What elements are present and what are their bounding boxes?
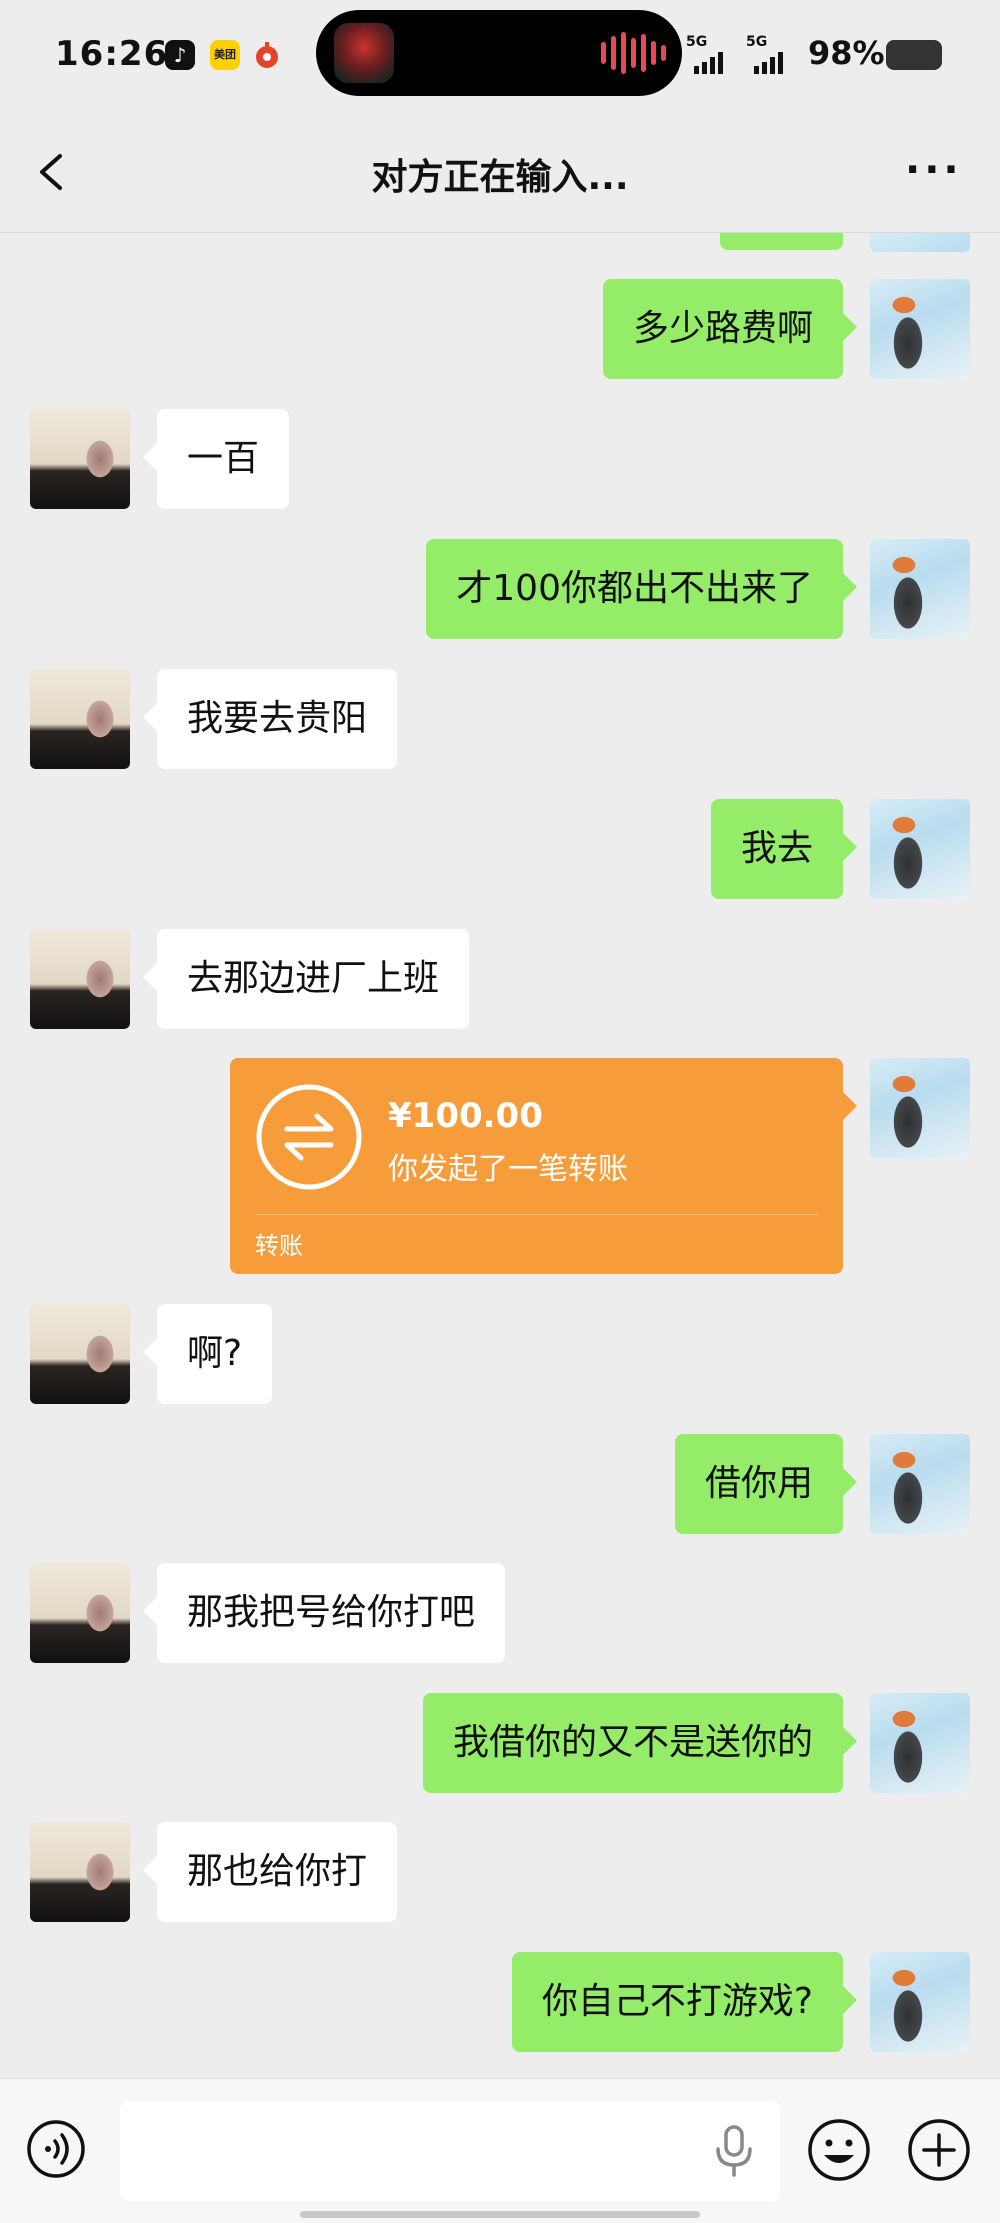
message-input[interactable] — [120, 2101, 780, 2201]
transfer-arrows-icon — [256, 1084, 362, 1190]
my-avatar[interactable] — [870, 1952, 970, 2052]
message-row: 我借你的又不是送你的 — [0, 1693, 1000, 1793]
previous-message-bubble[interactable] — [720, 232, 843, 250]
tiktok-icon: ♪ — [165, 40, 195, 70]
message-row: 我去 — [0, 799, 1000, 899]
outgoing-message[interactable]: 我借你的又不是送你的 — [422, 1693, 858, 1793]
message-row: ¥100.00 你发起了一笔转账 转账 — [0, 1058, 1000, 1274]
transfer-label: 转账 — [255, 1232, 303, 1260]
outgoing-message[interactable]: 我去 — [710, 799, 858, 899]
incoming-message[interactable]: 一百 — [142, 409, 290, 509]
incoming-message[interactable]: 那也给你打 — [142, 1822, 398, 1922]
home-indicator[interactable] — [300, 2211, 700, 2218]
message-row: 我要去贵阳 — [0, 669, 1000, 769]
my-avatar[interactable] — [870, 1434, 970, 1534]
message-row: 去那边进厂上班 — [0, 929, 1000, 1029]
contact-avatar[interactable] — [30, 1563, 130, 1663]
more-options-icon[interactable]: ··· — [905, 150, 963, 190]
dynamic-island[interactable] — [316, 10, 682, 96]
battery-icon — [886, 40, 942, 70]
battery-percent: 98% — [808, 34, 885, 72]
my-avatar[interactable] — [870, 232, 970, 252]
transfer-description: 你发起了一笔转账 — [388, 1152, 628, 1187]
incoming-message[interactable]: 啊? — [142, 1304, 273, 1404]
contact-avatar[interactable] — [30, 929, 130, 1029]
outgoing-message[interactable]: 借你用 — [674, 1434, 858, 1534]
message-row: 才100你都出不出来了 — [0, 539, 1000, 639]
red-app-icon — [252, 40, 282, 70]
transfer-card[interactable]: ¥100.00 你发起了一笔转账 转账 — [230, 1058, 857, 1274]
my-avatar[interactable] — [870, 539, 970, 639]
outgoing-message[interactable]: 你自己不打游戏? — [511, 1952, 858, 2052]
outgoing-message[interactable]: 多少路费啊 — [602, 279, 858, 379]
my-avatar[interactable] — [870, 1693, 970, 1793]
message-list[interactable]: 多少路费啊 一百 才100你都出不出来了 我要去贵阳 我去 去那边进厂上班 ¥1… — [0, 232, 1000, 2078]
message-row: 一百 — [0, 409, 1000, 509]
incoming-message[interactable]: 那我把号给你打吧 — [142, 1563, 506, 1663]
emoji-icon[interactable] — [806, 2117, 872, 2183]
my-avatar[interactable] — [870, 799, 970, 899]
plus-icon[interactable] — [906, 2117, 972, 2183]
contact-avatar[interactable] — [30, 1304, 130, 1404]
message-row: 那我把号给你打吧 — [0, 1563, 1000, 1663]
message-row: 多少路费啊 — [0, 279, 1000, 379]
message-row: 那也给你打 — [0, 1822, 1000, 1922]
incoming-message[interactable]: 我要去贵阳 — [142, 669, 398, 769]
transfer-amount: ¥100.00 — [388, 1096, 543, 1136]
outgoing-message[interactable]: 才100你都出不出来了 — [426, 539, 857, 639]
divider — [255, 1214, 818, 1215]
chat-title: 对方正在输入... — [371, 157, 629, 198]
status-bar: 16:26 ♪ 美团 5G 5G 98% — [0, 0, 1000, 112]
contact-avatar[interactable] — [30, 1822, 130, 1922]
voice-mode-icon[interactable] — [26, 2119, 86, 2179]
my-avatar[interactable] — [870, 1058, 970, 1158]
message-row: 啊? — [0, 1304, 1000, 1404]
chat-header: 对方正在输入... ··· — [0, 112, 1000, 233]
meituan-icon: 美团 — [210, 40, 240, 70]
contact-avatar[interactable] — [30, 669, 130, 769]
audio-wave-icon — [601, 32, 666, 74]
input-bar — [0, 2078, 1000, 2223]
my-avatar[interactable] — [870, 279, 970, 379]
message-row: 你自己不打游戏? — [0, 1952, 1000, 2052]
message-row: 借你用 — [0, 1434, 1000, 1534]
incoming-message[interactable]: 去那边进厂上班 — [142, 929, 470, 1029]
microphone-icon[interactable] — [712, 2123, 756, 2179]
contact-avatar[interactable] — [30, 409, 130, 509]
media-thumbnail — [334, 23, 394, 83]
status-time: 16:26 — [55, 34, 169, 74]
